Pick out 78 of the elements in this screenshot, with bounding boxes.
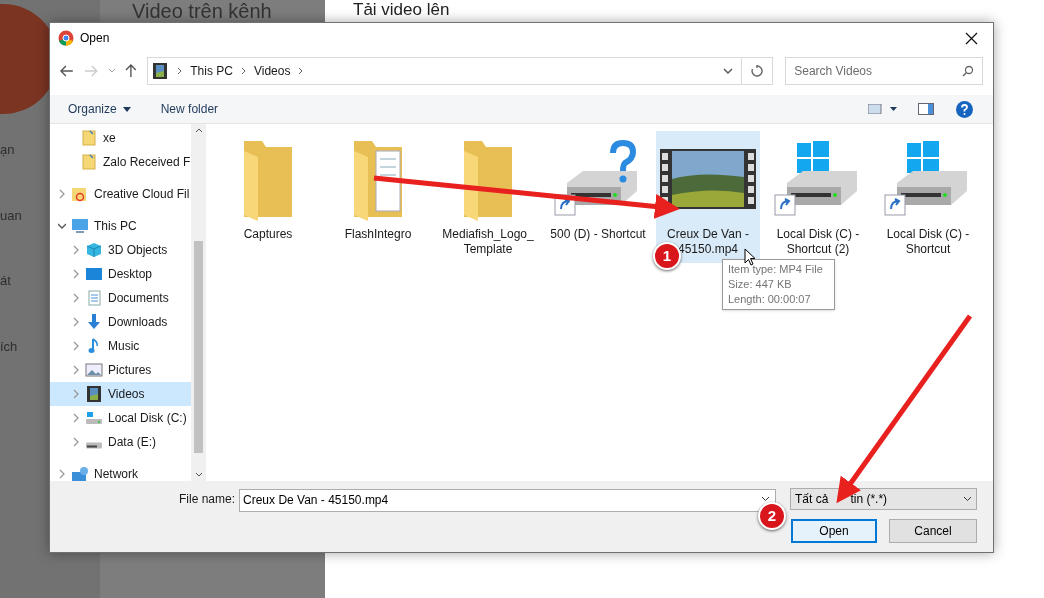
- sidebar-text: át: [0, 272, 11, 290]
- sidebar-text: ích: [0, 337, 18, 356]
- tooltip-text: Length: 00:00:07: [728, 292, 811, 307]
- field-label: File name:: [179, 490, 236, 508]
- file-item[interactable]: Local Disk (C) - Shortcut: [876, 131, 980, 263]
- film-icon: [151, 63, 170, 79]
- file-name-field[interactable]: Creux De Van - 45150.mp4: [239, 488, 777, 512]
- nav-item[interactable]: Documents: [50, 286, 191, 310]
- file-item[interactable]: Captures: [216, 131, 320, 263]
- dropdown-caret-icon[interactable]: [722, 68, 733, 74]
- chevron-icon: [240, 67, 246, 75]
- scroll-down-icon[interactable]: [194, 472, 203, 477]
- chevron-icon[interactable]: [58, 221, 66, 231]
- caret-icon: [122, 106, 131, 112]
- tooltip-text: Size: 447 KB: [728, 277, 792, 292]
- search-icon: [962, 65, 974, 77]
- picture-icon: [85, 362, 103, 378]
- monitor-icon: [71, 218, 89, 234]
- document-icon: [85, 290, 103, 306]
- up-arrow-icon[interactable]: [125, 64, 138, 78]
- nav-item[interactable]: Desktop: [50, 262, 191, 286]
- drive-icon: [85, 410, 103, 426]
- address-bar[interactable]: This PC Videos: [147, 57, 742, 85]
- tooltip-text: Item type: MP4 File: [728, 262, 823, 277]
- download-icon: [85, 314, 103, 330]
- folder-icon: [80, 154, 98, 170]
- upload-heading: Tải video lên: [353, 0, 451, 20]
- preview-pane-icon[interactable]: [918, 103, 934, 115]
- nav-item[interactable]: xe: [50, 126, 191, 150]
- sidebar-text: uan: [0, 206, 22, 225]
- nav-item[interactable]: Pictures: [50, 358, 191, 382]
- file-type-dropdown[interactable]: Tất cả tin (*.*): [790, 487, 978, 510]
- breadcrumb-item[interactable]: This PC: [190, 62, 233, 80]
- breadcrumb-item[interactable]: Videos: [253, 62, 291, 80]
- cube-icon: [85, 242, 103, 258]
- folder-icon: [71, 186, 89, 202]
- desktop-icon: [85, 266, 103, 282]
- file-item[interactable]: FlashIntegro: [326, 131, 430, 263]
- nav-item[interactable]: 3D Objects: [50, 238, 191, 262]
- video-thumbnail-icon: [660, 149, 756, 209]
- search-field[interactable]: Search Videos: [785, 57, 983, 85]
- file-item[interactable]: Mediafish_Logo_ Template: [436, 131, 540, 263]
- back-arrow-icon[interactable]: [60, 65, 74, 77]
- forward-arrow-icon[interactable]: [83, 65, 98, 77]
- nav-item[interactable]: Downloads: [50, 310, 191, 334]
- nav-item[interactable]: Local Disk (C:): [50, 406, 191, 430]
- window-title: Open: [80, 30, 110, 47]
- nav-item[interactable]: Data (E:): [50, 430, 191, 454]
- chevron-icon: [177, 67, 183, 75]
- nav-item[interactable]: This PC: [50, 214, 191, 238]
- scrollbar-thumb[interactable]: [194, 240, 203, 453]
- organize-menu[interactable]: Organize: [68, 100, 131, 118]
- new-folder-button[interactable]: New folder: [160, 100, 219, 118]
- open-button[interactable]: Open: [791, 519, 877, 543]
- file-item[interactable]: Local Disk (C) - Shortcut (2): [766, 131, 870, 263]
- film-icon: [85, 386, 103, 402]
- close-icon: [964, 31, 978, 45]
- cancel-button[interactable]: Cancel: [889, 519, 977, 543]
- drive-icon: [85, 441, 103, 449]
- view-options-icon[interactable]: [868, 104, 898, 114]
- browser-logo-icon: [58, 30, 74, 46]
- nav-item[interactable]: Network: [50, 462, 191, 481]
- nav-item[interactable]: Music: [50, 334, 191, 358]
- network-icon: [71, 466, 89, 481]
- recent-locations-caret-icon[interactable]: [107, 68, 116, 74]
- file-item[interactable]: 500 (D) - Shortcut: [546, 131, 650, 263]
- refresh-button[interactable]: [741, 57, 774, 85]
- scroll-up-icon[interactable]: [194, 128, 203, 133]
- sidebar-text: ạn: [0, 141, 15, 159]
- chevron-icon: [298, 67, 304, 75]
- nav-item[interactable]: Creative Cloud Fil: [50, 182, 191, 206]
- dropdown-caret-icon: [963, 495, 973, 502]
- refresh-icon: [750, 65, 763, 77]
- page-heading: Video trên kênh: [132, 0, 273, 22]
- help-icon[interactable]: [956, 100, 973, 118]
- dropdown-caret-icon[interactable]: [761, 496, 771, 502]
- folder-icon: [80, 130, 98, 146]
- nav-item[interactable]: Videos: [50, 382, 191, 406]
